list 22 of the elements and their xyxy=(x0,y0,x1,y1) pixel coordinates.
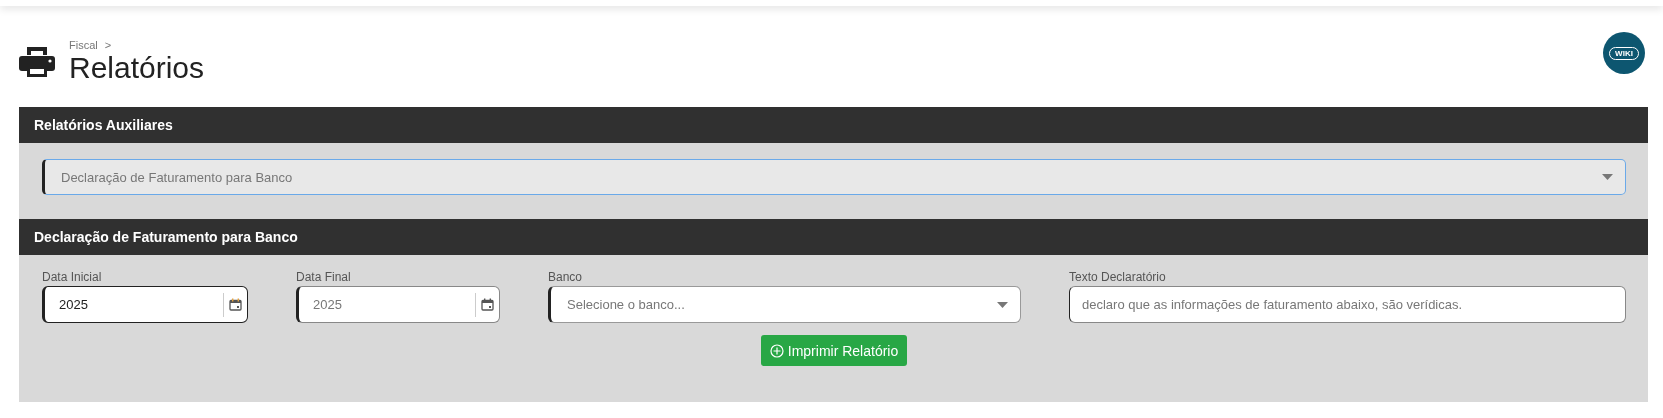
input-field[interactable]: declaro que as informações de faturamento abaixo, são verídicas. xyxy=(1069,286,1626,323)
date-field[interactable]: 2025 xyxy=(296,286,500,323)
field-label: Data Inicial xyxy=(42,270,103,284)
printer-icon xyxy=(19,45,55,79)
report-select[interactable]: Declaração de Faturamento para Banco xyxy=(42,159,1626,195)
field-label: Texto Declaratório xyxy=(1069,270,1167,284)
calendar-icon[interactable] xyxy=(481,298,494,311)
bank-select[interactable]: Selecione o banco... xyxy=(548,286,1021,323)
caret-icon xyxy=(997,301,1008,308)
print-report-button[interactable]: Imprimir Relatório xyxy=(760,335,908,366)
section-header: Relatórios Auxiliares xyxy=(19,107,1648,143)
caret-icon xyxy=(1602,174,1613,180)
section-header: Declaração de Faturamento para Banco xyxy=(19,219,1648,255)
calendar-icon[interactable] xyxy=(229,298,242,311)
wiki-button[interactable]: WIKI xyxy=(1603,32,1645,74)
page-title: Relatórios xyxy=(69,51,205,85)
plus-circle-icon xyxy=(769,343,784,358)
breadcrumb-link[interactable]: Fiscal xyxy=(69,39,98,51)
breadcrumb-separator: > xyxy=(104,39,112,51)
date-field[interactable]: 2025 xyxy=(42,286,248,323)
field-label: Data Final xyxy=(296,270,352,284)
field-label: Banco xyxy=(548,270,584,284)
